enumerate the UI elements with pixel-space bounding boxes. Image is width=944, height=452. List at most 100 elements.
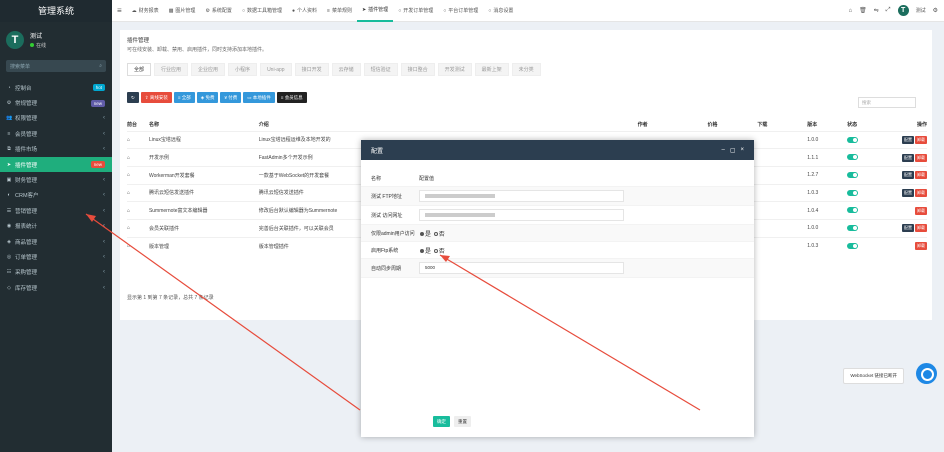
config-input[interactable]: 5000 (419, 262, 624, 274)
home-icon[interactable]: ⌂ (127, 183, 149, 202)
trash-icon[interactable]: 🗑 (859, 7, 867, 14)
tab-3[interactable]: 小程序 (228, 63, 258, 76)
home-icon[interactable]: ⌂ (127, 218, 149, 238)
fullscreen-icon[interactable]: ⤢ (886, 7, 891, 14)
toolbar-button-1[interactable]: ⇪ 离线安装 (140, 92, 172, 103)
home-icon[interactable]: ⌂ (127, 130, 149, 149)
sidebar-item-13[interactable]: ◇ 库存管理 ‹ (0, 280, 112, 295)
topnav-item-2[interactable]: ⚙ 系统配置 (200, 0, 237, 22)
toolbar-button-3[interactable]: ◈ 免费 (196, 92, 219, 103)
topnav-item-9[interactable]: ○ 消息设置 (483, 0, 518, 22)
toolbar-button-4[interactable]: ¥ 付费 (220, 92, 242, 103)
home-icon[interactable]: ⌂ (127, 236, 149, 255)
rocket-icon: ➤ (6, 161, 12, 168)
tab-11[interactable]: 未分类 (511, 63, 541, 76)
op-button[interactable]: 卸载 (915, 188, 927, 197)
sidebar-item-8[interactable]: ☰ 营销管理 ‹ (0, 203, 112, 218)
topnav-item-0[interactable]: ☁ 财务报表 (127, 0, 164, 22)
sidebar-search[interactable]: 搜索菜单 ⌕ (6, 60, 106, 72)
tab-8[interactable]: 接口整合 (400, 63, 435, 76)
search-input[interactable]: 搜索菜单 (10, 63, 30, 70)
radio-group[interactable]: 是 否 (419, 232, 445, 238)
language-icon[interactable]: ⇋ (874, 7, 879, 14)
status-toggle[interactable] (847, 154, 859, 161)
ok-button[interactable]: 确定 (433, 416, 450, 427)
home-icon[interactable]: ⌂ (849, 8, 853, 14)
sidebar-item-6[interactable]: ▣ 财务管理 ‹ (0, 172, 112, 187)
tab-4[interactable]: Uni-app (260, 63, 292, 76)
tab-5[interactable]: 接口开发 (294, 63, 329, 76)
settings-icon[interactable]: ⚙ (933, 7, 938, 14)
radio-group[interactable]: 是 否 (419, 249, 445, 255)
minimize-icon[interactable]: – (721, 147, 724, 154)
topnav-item-4[interactable]: ● 个人资料 (287, 0, 322, 22)
status-toggle[interactable] (847, 189, 859, 196)
tab-6[interactable]: 云存储 (331, 63, 361, 76)
topnav-item-8[interactable]: ○ 平台订单管理 (438, 0, 483, 22)
toolbar-label: 付费 (228, 95, 238, 100)
home-icon[interactable]: ⌂ (127, 165, 149, 185)
topnav-item-7[interactable]: ○ 开发订单管理 (393, 0, 438, 22)
toolbar-button-5[interactable]: ▭ 本地插件 (243, 92, 275, 103)
status-toggle[interactable] (847, 243, 859, 250)
topnav-item-5[interactable]: ≡ 菜单规则 (322, 0, 357, 22)
websocket-icon[interactable] (916, 363, 937, 384)
sidebar-item-3[interactable]: ≡ 会员管理 ‹ (0, 126, 112, 141)
sidebar-item-9[interactable]: ◉ 报表统计 ‹ (0, 219, 112, 234)
config-input[interactable] (419, 190, 624, 202)
op-button[interactable]: 配置 (902, 224, 914, 233)
top-avatar[interactable]: T (897, 5, 909, 16)
op-button[interactable]: 卸载 (915, 153, 927, 162)
reset-button[interactable]: 重置 (454, 416, 471, 427)
op-button[interactable]: 配置 (902, 188, 914, 197)
radio-icon[interactable] (433, 231, 438, 236)
sidebar-item-11[interactable]: ◎ 订单管理 ‹ (0, 249, 112, 264)
tab-0[interactable]: 全部 (127, 63, 152, 76)
topnav-item-1[interactable]: ▩ 图片管理 (164, 0, 201, 22)
tab-10[interactable]: 最新上架 (474, 63, 509, 76)
sidebar-item-1[interactable]: ⚙ 常规管理 new (0, 95, 112, 110)
op-button[interactable]: 卸载 (915, 206, 927, 215)
sidebar-item-5[interactable]: ➤ 插件管理 new (0, 156, 112, 173)
home-icon[interactable]: ⌂ (127, 201, 149, 220)
sidebar-item-4[interactable]: ⧉ 插件市场 ‹ (0, 142, 112, 157)
op-button[interactable]: 配置 (902, 153, 914, 162)
op-button[interactable]: 卸载 (915, 135, 927, 144)
close-icon[interactable]: × (740, 147, 744, 154)
col-name-header: 名称 (371, 175, 382, 182)
top-username[interactable]: 测试 (916, 7, 926, 14)
topnav-item-6[interactable]: ➤ 插件管理 (356, 0, 394, 22)
topnav-item-3[interactable]: ○ 数据工具箱管理 (237, 0, 287, 22)
status-toggle[interactable] (847, 207, 859, 214)
sidebar-item-10[interactable]: ◈ 商品管理 ‹ (0, 234, 112, 249)
maximize-icon[interactable]: ▢ (730, 147, 736, 154)
tab-9[interactable]: 开发测试 (437, 63, 472, 76)
op-button[interactable]: 卸载 (915, 171, 927, 180)
radio-icon[interactable] (420, 231, 424, 236)
menu-toggle-icon[interactable]: ≡ (112, 0, 127, 22)
config-input[interactable] (419, 209, 624, 221)
radio-icon[interactable] (433, 248, 438, 253)
tab-7[interactable]: 短信验证 (363, 63, 398, 76)
op-button[interactable]: 卸载 (915, 224, 927, 233)
toolbar-button-6[interactable]: ≡ 会员信息 (276, 92, 307, 103)
sidebar-item-12[interactable]: ☷ 采购管理 ‹ (0, 265, 112, 280)
sidebar-item-0[interactable]: ◔ 控制台 hot (0, 80, 112, 95)
op-button[interactable]: 卸载 (915, 242, 927, 251)
radio-icon[interactable] (420, 248, 424, 253)
op-button[interactable]: 配置 (902, 171, 914, 180)
tab-1[interactable]: 行业应用 (154, 63, 189, 76)
status-toggle[interactable] (847, 172, 859, 179)
tab-2[interactable]: 企业应用 (191, 63, 226, 76)
sidebar-item-7[interactable]: ◐ CRM客户 ‹ (0, 188, 112, 203)
status-toggle[interactable] (847, 225, 859, 232)
status-toggle[interactable] (847, 136, 859, 143)
toolbar-button-2[interactable]: ≡ 全部 (173, 92, 195, 103)
plugin-version: 1.0.3 (807, 183, 848, 202)
toolbar-button-0[interactable]: ↻ (127, 92, 139, 103)
plugin-version: 1.1.1 (807, 148, 848, 167)
sidebar-item-2[interactable]: 👥 权限管理 ‹ (0, 111, 112, 126)
home-icon[interactable]: ⌂ (127, 148, 149, 167)
op-button[interactable]: 配置 (902, 135, 914, 144)
table-search-input[interactable]: 搜索 (858, 97, 916, 108)
